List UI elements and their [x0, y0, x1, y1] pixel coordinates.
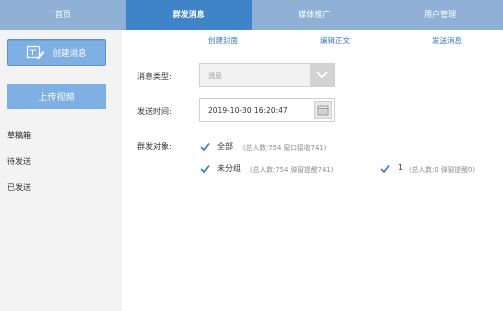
- upload-video-button[interactable]: 上传视频: [7, 84, 106, 109]
- sidebar-item-pending[interactable]: 待发送: [0, 150, 122, 174]
- target-audience-label: 群发对象:: [137, 142, 172, 151]
- sidebar-item-sent[interactable]: 已发送: [0, 176, 122, 200]
- edit-body-link[interactable]: 编辑正文: [320, 35, 350, 46]
- message-type-label: 消息类型:: [137, 72, 172, 81]
- option-ungrouped-label: 未分组: [217, 164, 241, 173]
- create-message-button[interactable]: 创建消息: [7, 39, 106, 66]
- tab-media-promotion[interactable]: 媒体推广: [252, 0, 378, 30]
- send-time-input[interactable]: 2019-10-30 16:20:47: [199, 98, 335, 122]
- checkbox-group-1[interactable]: [380, 164, 390, 174]
- create-cover-link[interactable]: 创建封面: [208, 35, 238, 46]
- message-type-select[interactable]: 消息: [199, 63, 335, 87]
- edit-message-icon: [27, 45, 45, 59]
- step-links: 创建封面 编辑正文 发送消息: [122, 30, 503, 52]
- option-group-1-detail: (总人数:0 弹窗提醒0): [409, 166, 475, 174]
- checkbox-ungrouped[interactable]: [200, 164, 210, 174]
- tab-home[interactable]: 首页: [0, 0, 126, 30]
- tab-mass-message[interactable]: 群发消息: [125, 0, 252, 30]
- chevron-down-icon[interactable]: [310, 64, 334, 86]
- create-message-label: 创建消息: [52, 48, 87, 59]
- send-message-link[interactable]: 发送消息: [432, 35, 462, 46]
- message-type-value: 消息: [208, 72, 222, 80]
- top-nav: 首页 群发消息 媒体推广 用户管理: [0, 0, 503, 30]
- option-all-label: 全部: [217, 142, 233, 151]
- sidebar-item-drafts[interactable]: 草稿箱: [0, 124, 122, 148]
- checkbox-all[interactable]: [200, 142, 210, 152]
- send-time-value: 2019-10-30 16:20:47: [208, 106, 288, 115]
- option-ungrouped-detail: (总人数:754 弹窗提醒741): [250, 166, 334, 174]
- tab-user-management[interactable]: 用户管理: [377, 0, 503, 30]
- sidebar: 创建消息 上传视频 草稿箱 待发送 已发送: [0, 30, 122, 311]
- send-time-label: 发送时间:: [137, 107, 172, 116]
- option-all-detail: (总人数:754 窗口接收741): [243, 144, 327, 152]
- calendar-icon[interactable]: [314, 101, 332, 119]
- option-group-1-label: 1: [398, 163, 404, 172]
